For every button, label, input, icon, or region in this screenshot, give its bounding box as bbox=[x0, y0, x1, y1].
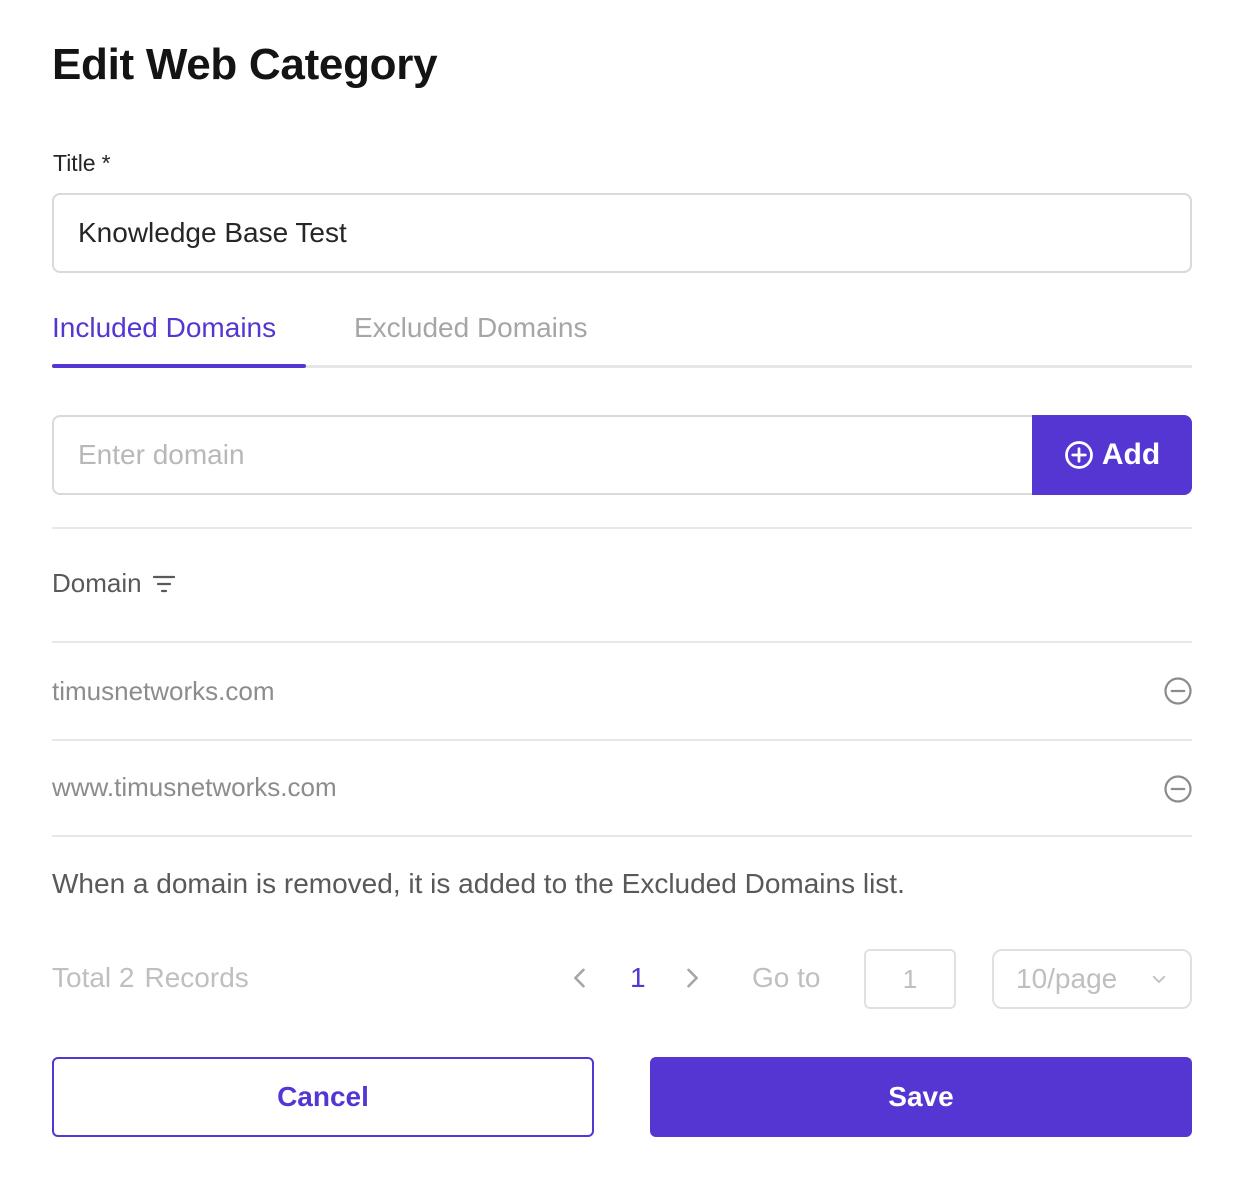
table-top-divider bbox=[52, 527, 1192, 529]
total-records: Total 2 Records bbox=[52, 962, 259, 994]
tab-included-domains[interactable]: Included Domains bbox=[52, 312, 276, 344]
goto-page-input[interactable] bbox=[864, 949, 956, 1009]
add-button-label: Add bbox=[1101, 438, 1161, 471]
title-input[interactable] bbox=[52, 193, 1192, 273]
domain-column-header: Domain bbox=[52, 568, 176, 599]
save-button[interactable]: Save bbox=[650, 1057, 1192, 1137]
row-divider bbox=[52, 739, 1192, 741]
removal-note: When a domain is removed, it is added to… bbox=[52, 868, 905, 899]
minus-circle-icon[interactable] bbox=[1163, 676, 1193, 706]
required-mark: * bbox=[101, 150, 111, 176]
domain-tabs: Included Domains Excluded Domains bbox=[52, 300, 1192, 368]
add-domain-button[interactable]: Add bbox=[1032, 415, 1192, 495]
chevron-down-icon bbox=[1152, 975, 1166, 983]
domain-column-label: Domain bbox=[52, 568, 142, 598]
table-header-divider bbox=[52, 641, 1192, 643]
total-count: Total 2 bbox=[52, 962, 135, 993]
page-size-select[interactable]: 10/page bbox=[992, 949, 1192, 1009]
domain-cell: www.timusnetworks.com bbox=[52, 772, 337, 802]
title-label-text: Title bbox=[53, 150, 96, 176]
tab-excluded-domains[interactable]: Excluded Domains bbox=[354, 312, 587, 344]
page-number-current[interactable]: 1 bbox=[630, 962, 646, 994]
chevron-right-icon[interactable] bbox=[678, 964, 706, 992]
domain-input[interactable] bbox=[52, 415, 1034, 495]
edit-web-category-dialog: Edit Web Category Title* Included Domain… bbox=[0, 0, 1248, 1192]
goto-label: Go to bbox=[752, 962, 821, 993]
active-tab-indicator bbox=[52, 364, 306, 368]
total-suffix: Records bbox=[144, 962, 249, 993]
domain-cell: timusnetworks.com bbox=[52, 676, 275, 706]
cancel-button[interactable]: Cancel bbox=[52, 1057, 594, 1137]
plus-circle-icon bbox=[1064, 441, 1093, 469]
chevron-left-icon[interactable] bbox=[566, 964, 594, 992]
page-size-value: 10/page bbox=[1016, 963, 1118, 994]
minus-circle-icon[interactable] bbox=[1163, 774, 1193, 804]
table-bottom-divider bbox=[52, 835, 1192, 837]
title-field-label: Title * bbox=[53, 150, 111, 177]
filter-icon[interactable] bbox=[152, 574, 176, 594]
dialog-title: Edit Web Category bbox=[52, 40, 438, 89]
